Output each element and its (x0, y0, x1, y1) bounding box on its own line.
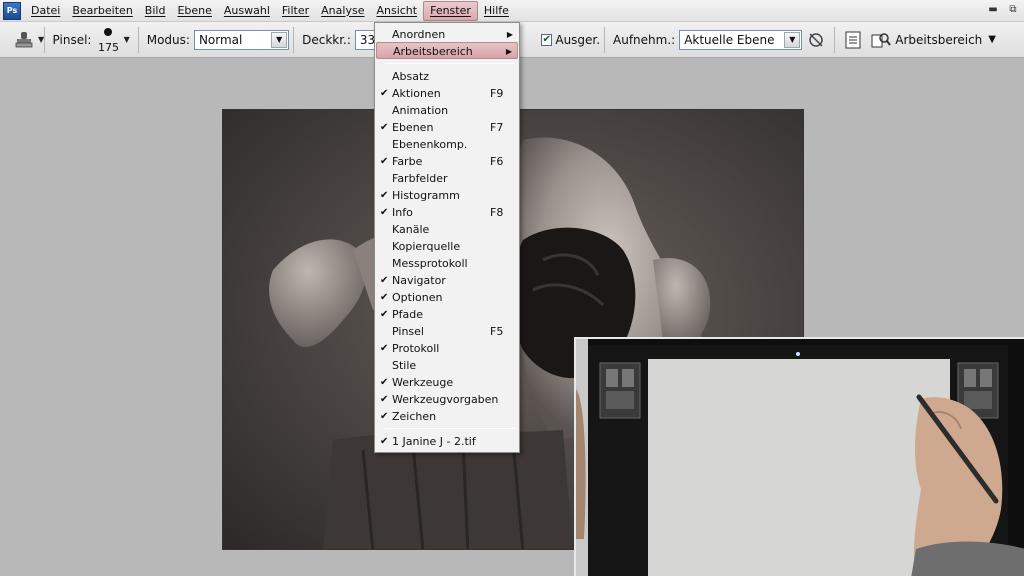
menu-item-farbe[interactable]: ✔ Farbe F6 (376, 153, 518, 170)
aligned-label: Ausger. (555, 32, 601, 47)
checkmark-icon: ✔ (380, 309, 389, 320)
window-menu-dropdown: Anordnen ▶ Arbeitsbereich ▶ Absatz ✔ Akt… (374, 22, 520, 453)
menu-item-werkzeugvorgaben[interactable]: ✔ Werkzeugvorgaben (376, 391, 518, 408)
menu-item-messprotokoll[interactable]: Messprotokoll (376, 255, 518, 272)
brush-preset-picker[interactable]: 175 (95, 24, 119, 56)
photoshop-logo-icon[interactable]: Ps (3, 1, 21, 20)
mode-value: Normal (198, 32, 243, 47)
aligned-checkbox[interactable]: ✔ (541, 33, 553, 46)
menu-separator (385, 428, 515, 429)
menu-auswahl[interactable]: Auswahl (218, 1, 276, 21)
checkmark-icon: ✔ (380, 436, 389, 447)
checkmark-icon: ✔ (380, 411, 389, 422)
workspace-button[interactable]: Arbeitsbereich ▼ (895, 33, 996, 47)
minimize-icon[interactable]: ▬ (986, 3, 1000, 17)
chevron-down-icon[interactable]: ▼ (784, 31, 801, 48)
window-controls: ▬ ⧉ (986, 3, 1020, 17)
menu-bearbeiten[interactable]: Bearbeiten (66, 1, 138, 21)
checkmark-icon: ✔ (380, 88, 389, 99)
menu-item-kanaele[interactable]: Kanäle (376, 221, 518, 238)
sample-label: Aufnehm.: (613, 32, 676, 47)
separator (604, 26, 605, 53)
checkmark-icon: ✔ (380, 377, 389, 388)
menu-separator (385, 63, 515, 64)
menu-item-pinsel[interactable]: Pinsel F5 (376, 323, 518, 340)
menu-hilfe[interactable]: Hilfe (478, 1, 515, 21)
brush-label: Pinsel: (52, 32, 92, 47)
sample-select[interactable]: Aktuelle Ebene ▼ (679, 29, 803, 50)
checkmark-icon: ✔ (380, 190, 389, 201)
menu-item-optionen[interactable]: ✔ Optionen (376, 289, 518, 306)
menu-item-kopierquelle[interactable]: Kopierquelle (376, 238, 518, 255)
separator (834, 26, 836, 53)
menu-item-ebenenkomp[interactable]: Ebenenkomp. (376, 136, 518, 153)
submenu-arrow-icon: ▶ (506, 30, 513, 39)
chevron-down-icon: ▼ (988, 34, 996, 45)
opacity-label: Deckkr.: (302, 32, 351, 47)
menu-ansicht[interactable]: Ansicht (370, 1, 423, 21)
checkmark-icon: ✔ (380, 275, 389, 286)
clone-source-panel-icon[interactable] (842, 29, 864, 51)
menu-ebene[interactable]: Ebene (171, 1, 217, 21)
menu-item-anordnen[interactable]: Anordnen ▶ (376, 26, 518, 43)
menu-item-pfade[interactable]: ✔ Pfade (376, 306, 518, 323)
separator (137, 26, 139, 53)
menu-item-stile[interactable]: Stile (376, 357, 518, 374)
menu-item-animation[interactable]: Animation (376, 102, 518, 119)
menu-item-arbeitsbereich[interactable]: Arbeitsbereich ▶ (376, 42, 518, 59)
chevron-down-icon[interactable]: ▼ (271, 31, 288, 48)
menu-item-farbfelder[interactable]: Farbfelder (376, 170, 518, 187)
menu-bild[interactable]: Bild (139, 1, 172, 21)
menu-item-aktionen[interactable]: ✔ Aktionen F9 (376, 85, 518, 102)
tablet-video-frame (576, 339, 1024, 576)
workspace-label: Arbeitsbereich (895, 32, 983, 47)
menu-item-protokoll[interactable]: ✔ Protokoll (376, 340, 518, 357)
checkmark-icon: ✔ (380, 292, 389, 303)
mode-select[interactable]: Normal ▼ (193, 29, 290, 50)
checkmark-icon: ✔ (380, 122, 389, 133)
menu-filter[interactable]: Filter (276, 1, 315, 21)
separator (293, 26, 295, 53)
menu-item-ebenen[interactable]: ✔ Ebenen F7 (376, 119, 518, 136)
sample-value: Aktuelle Ebene (684, 32, 775, 47)
menu-bar: Ps Datei Bearbeiten Bild Ebene Auswahl F… (0, 0, 1024, 22)
mode-label: Modus: (146, 32, 190, 47)
brush-size-value: 175 (97, 40, 119, 54)
menu-item-absatz[interactable]: Absatz (376, 68, 518, 85)
menu-item-navigator[interactable]: ✔ Navigator (376, 272, 518, 289)
clone-stamp-icon (15, 31, 33, 47)
checkmark-icon: ✔ (380, 207, 389, 218)
menu-item-werkzeuge[interactable]: ✔ Werkzeuge (376, 374, 518, 391)
checkmark-icon: ✔ (380, 394, 389, 405)
brush-panel-icon[interactable] (870, 29, 892, 51)
checkmark-icon: ✔ (380, 156, 389, 167)
menu-item-zeichen[interactable]: ✔ Zeichen (376, 408, 518, 425)
submenu-arrow-icon: ▶ (505, 47, 512, 56)
menu-item-open-document[interactable]: ✔ 1 Janine J - 2.tif (376, 433, 518, 450)
restore-icon[interactable]: ⧉ (1006, 3, 1020, 17)
checkmark-icon: ✔ (380, 343, 389, 354)
menu-datei[interactable]: Datei (25, 1, 66, 21)
video-overlay (574, 337, 1024, 576)
menu-item-histogramm[interactable]: ✔ Histogramm (376, 187, 518, 204)
ignore-adjustment-layers-icon[interactable] (805, 29, 827, 51)
tool-preset-arrow-icon[interactable]: ▼ (38, 35, 44, 44)
brush-tip-icon (104, 27, 113, 36)
tool-preset-picker[interactable]: ▼ (8, 25, 44, 55)
menu-fenster[interactable]: Fenster (423, 0, 478, 21)
brush-picker-arrow-icon[interactable]: ▼ (124, 35, 130, 44)
menu-item-info[interactable]: ✔ Info F8 (376, 204, 518, 221)
menu-analyse[interactable]: Analyse (315, 1, 370, 21)
